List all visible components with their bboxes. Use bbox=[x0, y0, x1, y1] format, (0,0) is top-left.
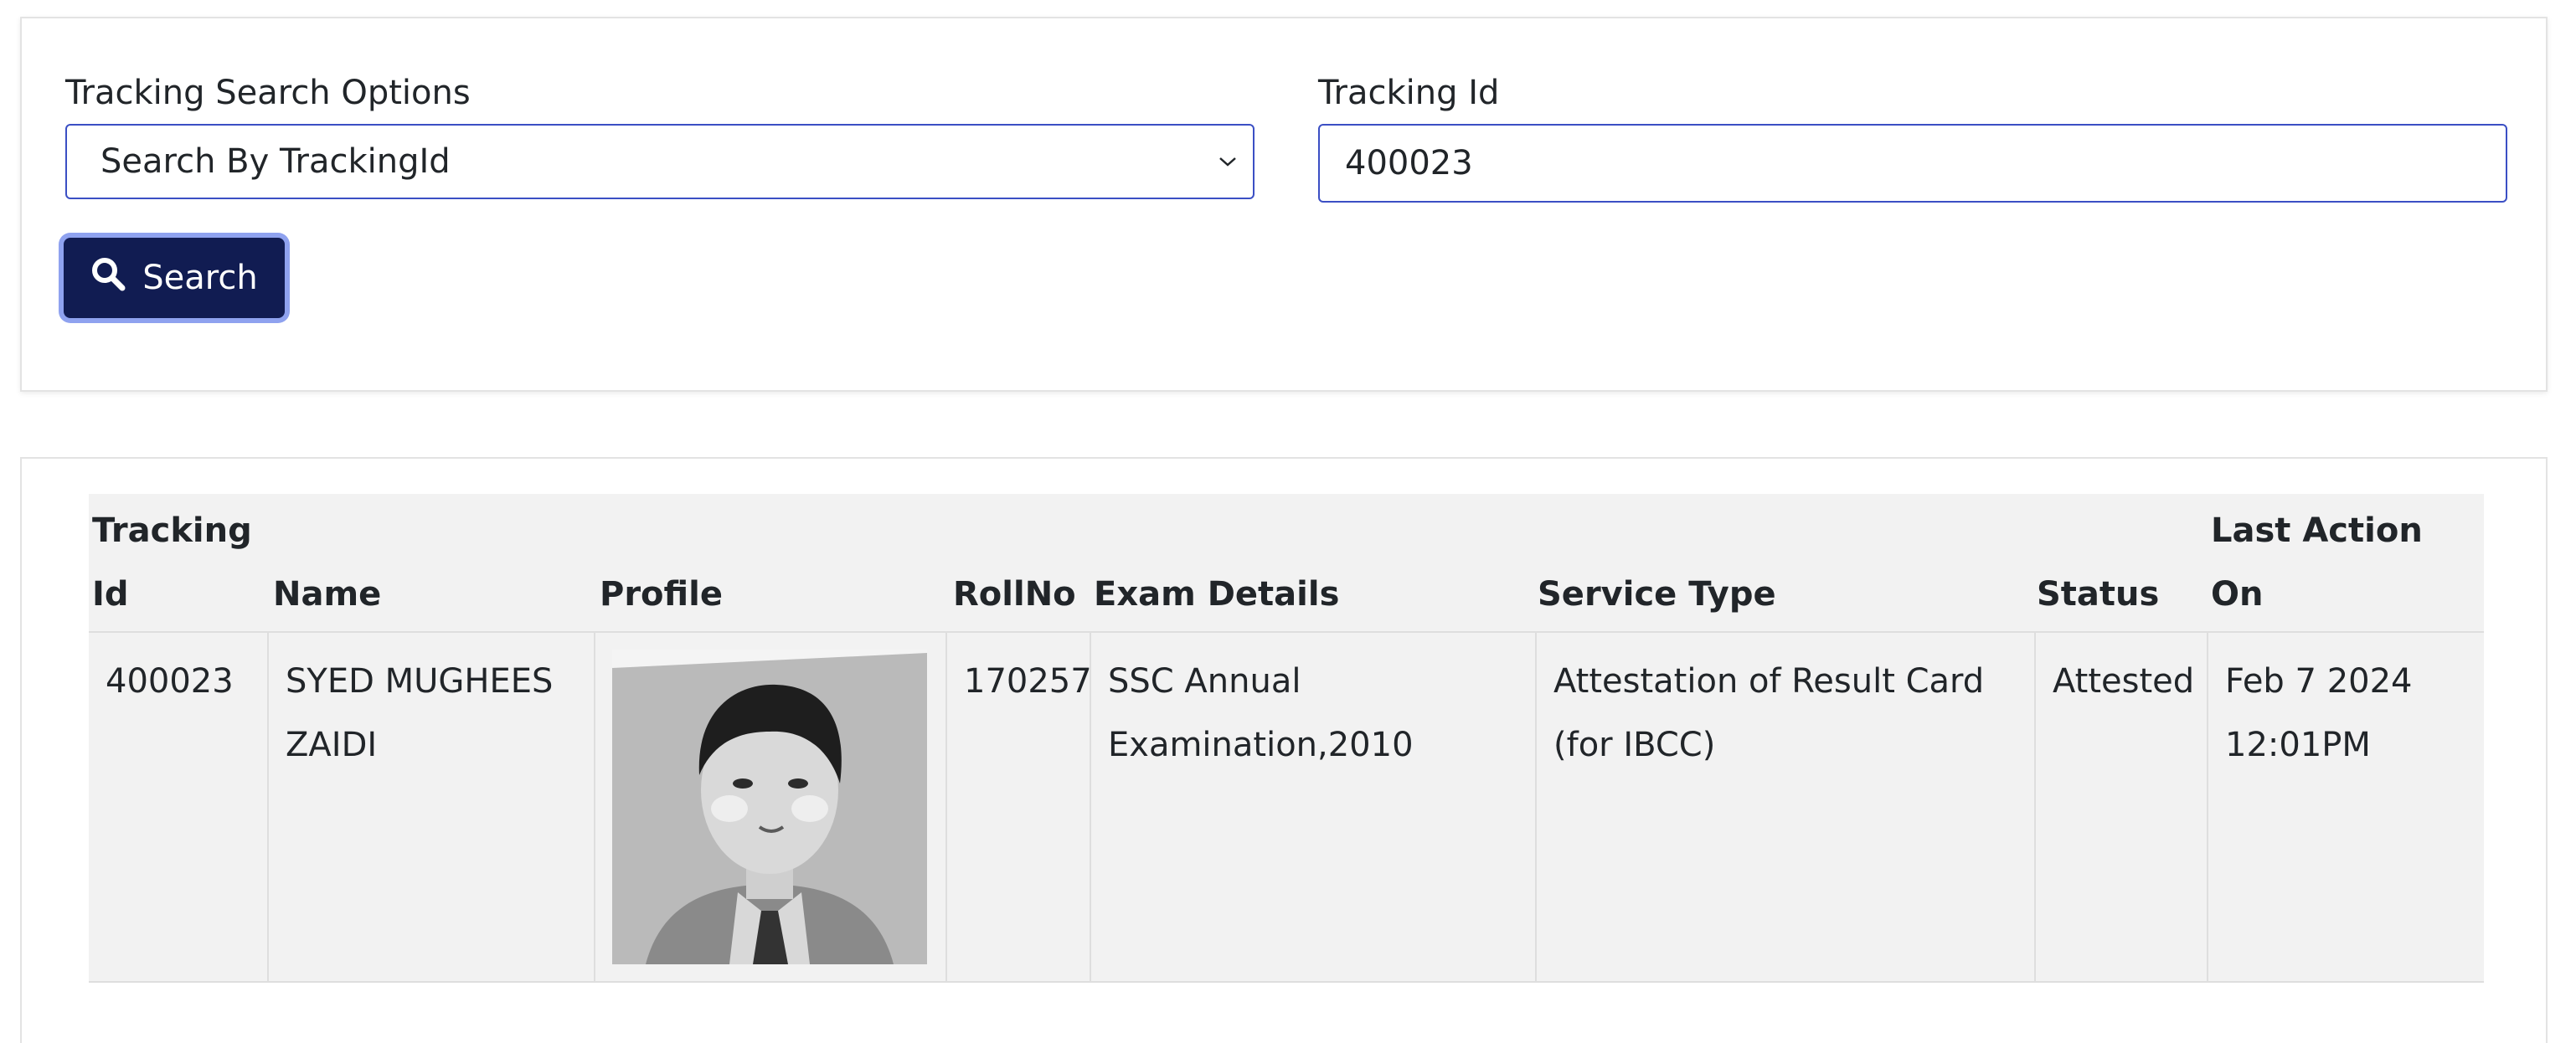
search-button-label: Search bbox=[142, 259, 258, 297]
header-service-type: Service Type bbox=[1536, 494, 2035, 633]
selected-option: Search By TrackingId bbox=[100, 142, 451, 181]
cell-last-action-on: Feb 7 2024 12:01PM bbox=[2207, 632, 2484, 983]
tracking-id-label: Tracking Id bbox=[1318, 74, 1500, 112]
table-header-row: Tracking Id Name Profile RollNo Exam Det… bbox=[89, 494, 2484, 633]
tracking-id-input[interactable] bbox=[1318, 124, 2507, 203]
profile-photo bbox=[612, 650, 927, 964]
cell-profile bbox=[594, 632, 946, 983]
cell-roll-no: 170257 bbox=[945, 632, 1092, 983]
header-last-action-on: Last Action On bbox=[2208, 494, 2484, 633]
results-table: Tracking Id Name Profile RollNo Exam Det… bbox=[89, 494, 2484, 983]
table-row: 400023 SYED MUGHEES ZAIDI 170257 SSC Ann… bbox=[89, 632, 2484, 983]
cell-tracking-id: 400023 bbox=[89, 632, 268, 983]
header-status: Status bbox=[2035, 494, 2208, 633]
header-profile: Profile bbox=[595, 494, 946, 633]
search-panel: Tracking Search Options Search By Tracki… bbox=[20, 17, 2548, 392]
header-exam-details: Exam Details bbox=[1090, 494, 1536, 633]
header-tracking-id: Tracking Id bbox=[89, 494, 268, 633]
cell-name: SYED MUGHEES ZAIDI bbox=[267, 632, 595, 983]
cell-exam-details: SSC Annual Examination,2010 bbox=[1090, 632, 1536, 983]
search-options-select[interactable]: Search By TrackingId bbox=[65, 124, 1255, 199]
search-icon bbox=[90, 256, 126, 300]
cell-status: Attested bbox=[2034, 632, 2208, 983]
header-roll-no: RollNo bbox=[946, 494, 1090, 633]
chevron-down-icon bbox=[1211, 126, 1244, 198]
header-name: Name bbox=[268, 494, 595, 633]
search-options-label: Tracking Search Options bbox=[65, 74, 471, 112]
results-panel: Tracking Id Name Profile RollNo Exam Det… bbox=[20, 457, 2548, 1043]
cell-service-type: Attestation of Result Card (for IBCC) bbox=[1535, 632, 2035, 983]
search-button[interactable]: Search bbox=[64, 238, 285, 318]
